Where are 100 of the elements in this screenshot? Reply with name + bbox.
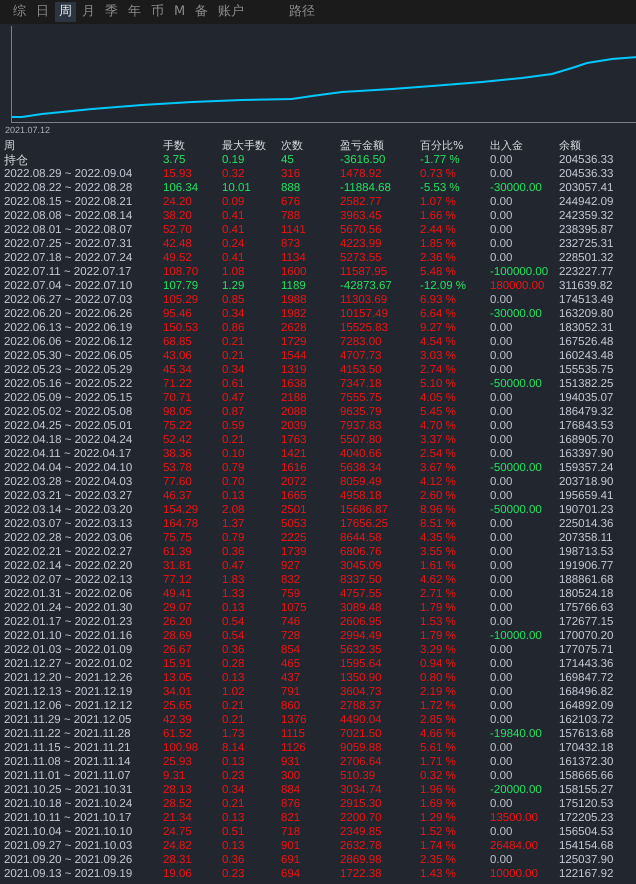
table-cell: 175766.63 (559, 601, 614, 615)
table-cell: 3045.09 (340, 559, 382, 573)
table-cell: 0.00 (490, 741, 512, 755)
table-cell: 0.00 (490, 153, 512, 167)
tab[interactable]: 综 (9, 2, 30, 22)
tab[interactable]: 年 (124, 2, 145, 22)
table-cell: 2022.01.17 ~ 2022.01.23 (4, 615, 132, 629)
table-cell: 7021.50 (340, 727, 382, 741)
tab[interactable]: 月 (78, 2, 99, 22)
table-cell: 1.07 % (420, 195, 456, 209)
table-cell: 0.00 (490, 699, 512, 713)
table-cell: 691 (281, 853, 300, 867)
table-cell: 832 (281, 573, 300, 587)
table-cell: 2.60 % (420, 489, 456, 503)
table-cell: 0.00 (490, 475, 512, 489)
tab[interactable]: 币 (147, 2, 168, 22)
tab[interactable]: 季 (101, 2, 122, 22)
table-cell: 728 (281, 629, 300, 643)
table-cell: 52.42 (163, 433, 192, 447)
table-cell: 61.52 (163, 727, 192, 741)
table-cell: 2021.09.13 ~ 2021.09.19 (4, 867, 132, 881)
table-cell: 2022.06.06 ~ 2022.06.12 (4, 335, 132, 349)
table-cell: 2022.03.21 ~ 2022.03.27 (4, 489, 132, 503)
table-cell: 203718.90 (559, 475, 614, 489)
tab[interactable]: 路径 (285, 2, 320, 22)
table-cell: 2021.12.06 ~ 2021.12.12 (4, 699, 132, 713)
table-cell: 170070.20 (559, 629, 614, 643)
table-cell: 8.96 % (420, 503, 456, 517)
table-cell: 2022.06.20 ~ 2022.06.26 (4, 307, 132, 321)
table-cell: 0.00 (490, 349, 512, 363)
tab[interactable]: M (170, 2, 190, 22)
table-cell: 125037.90 (559, 853, 614, 867)
table-cell: 154154.68 (559, 839, 614, 853)
table-cell: 0.36 (222, 853, 244, 867)
table-cell: 0.00 (490, 391, 512, 405)
table-cell: 25.65 (163, 699, 192, 713)
table-cell: 1982 (281, 307, 307, 321)
column-header: 余额 (559, 139, 581, 153)
table-cell: 2022.02.21 ~ 2022.02.27 (4, 545, 132, 559)
table-cell: 2021.09.27 ~ 2021.10.03 (4, 839, 132, 853)
table-cell: 6.64 % (420, 307, 456, 321)
table-cell: 163209.80 (559, 307, 614, 321)
table-cell: 0.85 (222, 293, 244, 307)
table-cell: 13500.00 (490, 811, 538, 825)
table-cell: 1478.92 (340, 167, 382, 181)
table-cell: 4958.18 (340, 489, 382, 503)
table-cell: 2.19 % (420, 685, 456, 699)
table-cell: 6.93 % (420, 293, 456, 307)
table-cell: 2039 (281, 419, 307, 433)
table-cell: 5.48 % (420, 265, 456, 279)
table-cell: 2021.10.04 ~ 2021.10.10 (4, 825, 132, 839)
table-cell: 15525.83 (340, 321, 388, 335)
table-cell: 2.74 % (420, 363, 456, 377)
table-cell: 2022.07.25 ~ 2022.07.31 (4, 237, 132, 251)
table-cell: 0.41 (222, 223, 244, 237)
table-cell: 0.47 (222, 391, 244, 405)
tab[interactable]: 周 (55, 2, 76, 22)
table-cell: 5670.56 (340, 223, 382, 237)
table-cell: 1075 (281, 601, 307, 615)
table-cell: 0.24 (222, 237, 244, 251)
table-cell: 238395.87 (559, 223, 614, 237)
table-cell: 150.53 (163, 321, 198, 335)
table-cell: 174513.49 (559, 293, 614, 307)
tab[interactable]: 备 (191, 2, 212, 22)
table-cell: -10000.00 (490, 629, 542, 643)
table-cell: 244942.09 (559, 195, 614, 209)
table-cell: 198713.53 (559, 545, 614, 559)
table-cell: 2022.03.14 ~ 2022.03.20 (4, 503, 132, 517)
table-cell: 0.00 (490, 825, 512, 839)
table-cell: 0.00 (490, 167, 512, 181)
table-cell: 38.20 (163, 209, 192, 223)
table-cell: 927 (281, 559, 300, 573)
table-cell: 0.00 (490, 685, 512, 699)
table-cell: 186479.32 (559, 405, 614, 419)
table-cell: 203057.41 (559, 181, 614, 195)
table-cell: 0.00 (490, 573, 512, 587)
table-cell: 2628 (281, 321, 307, 335)
table-cell: 2022.08.22 ~ 2022.08.28 (4, 181, 132, 195)
table-cell: 17656.25 (340, 517, 388, 531)
table-cell: 0.13 (222, 671, 244, 685)
table-cell: 164.78 (163, 517, 198, 531)
table-cell: 168496.82 (559, 685, 614, 699)
table-cell: 167526.48 (559, 335, 614, 349)
table-cell: 2022.04.25 ~ 2022.05.01 (4, 419, 132, 433)
table-cell: 0.79 (222, 531, 244, 545)
table-cell: 28.52 (163, 797, 192, 811)
table-cell: 21.34 (163, 811, 192, 825)
table-cell: 2022.03.28 ~ 2022.04.03 (4, 475, 132, 489)
table-cell: 1141 (281, 223, 306, 237)
table-cell: 2225 (281, 531, 307, 545)
table-cell: 70.71 (163, 391, 192, 405)
table-cell: 175120.53 (559, 797, 614, 811)
table-cell: 2.54 % (420, 447, 456, 461)
tab[interactable]: 账户 (214, 2, 248, 22)
table-cell: -50000.00 (490, 461, 542, 475)
tab[interactable]: 日 (32, 2, 53, 22)
table-cell: 2072 (281, 475, 307, 489)
table-cell: 11303.69 (340, 293, 388, 307)
table-cell: 159357.24 (559, 461, 614, 475)
table-cell: 2022.02.07 ~ 2022.02.13 (4, 573, 132, 587)
